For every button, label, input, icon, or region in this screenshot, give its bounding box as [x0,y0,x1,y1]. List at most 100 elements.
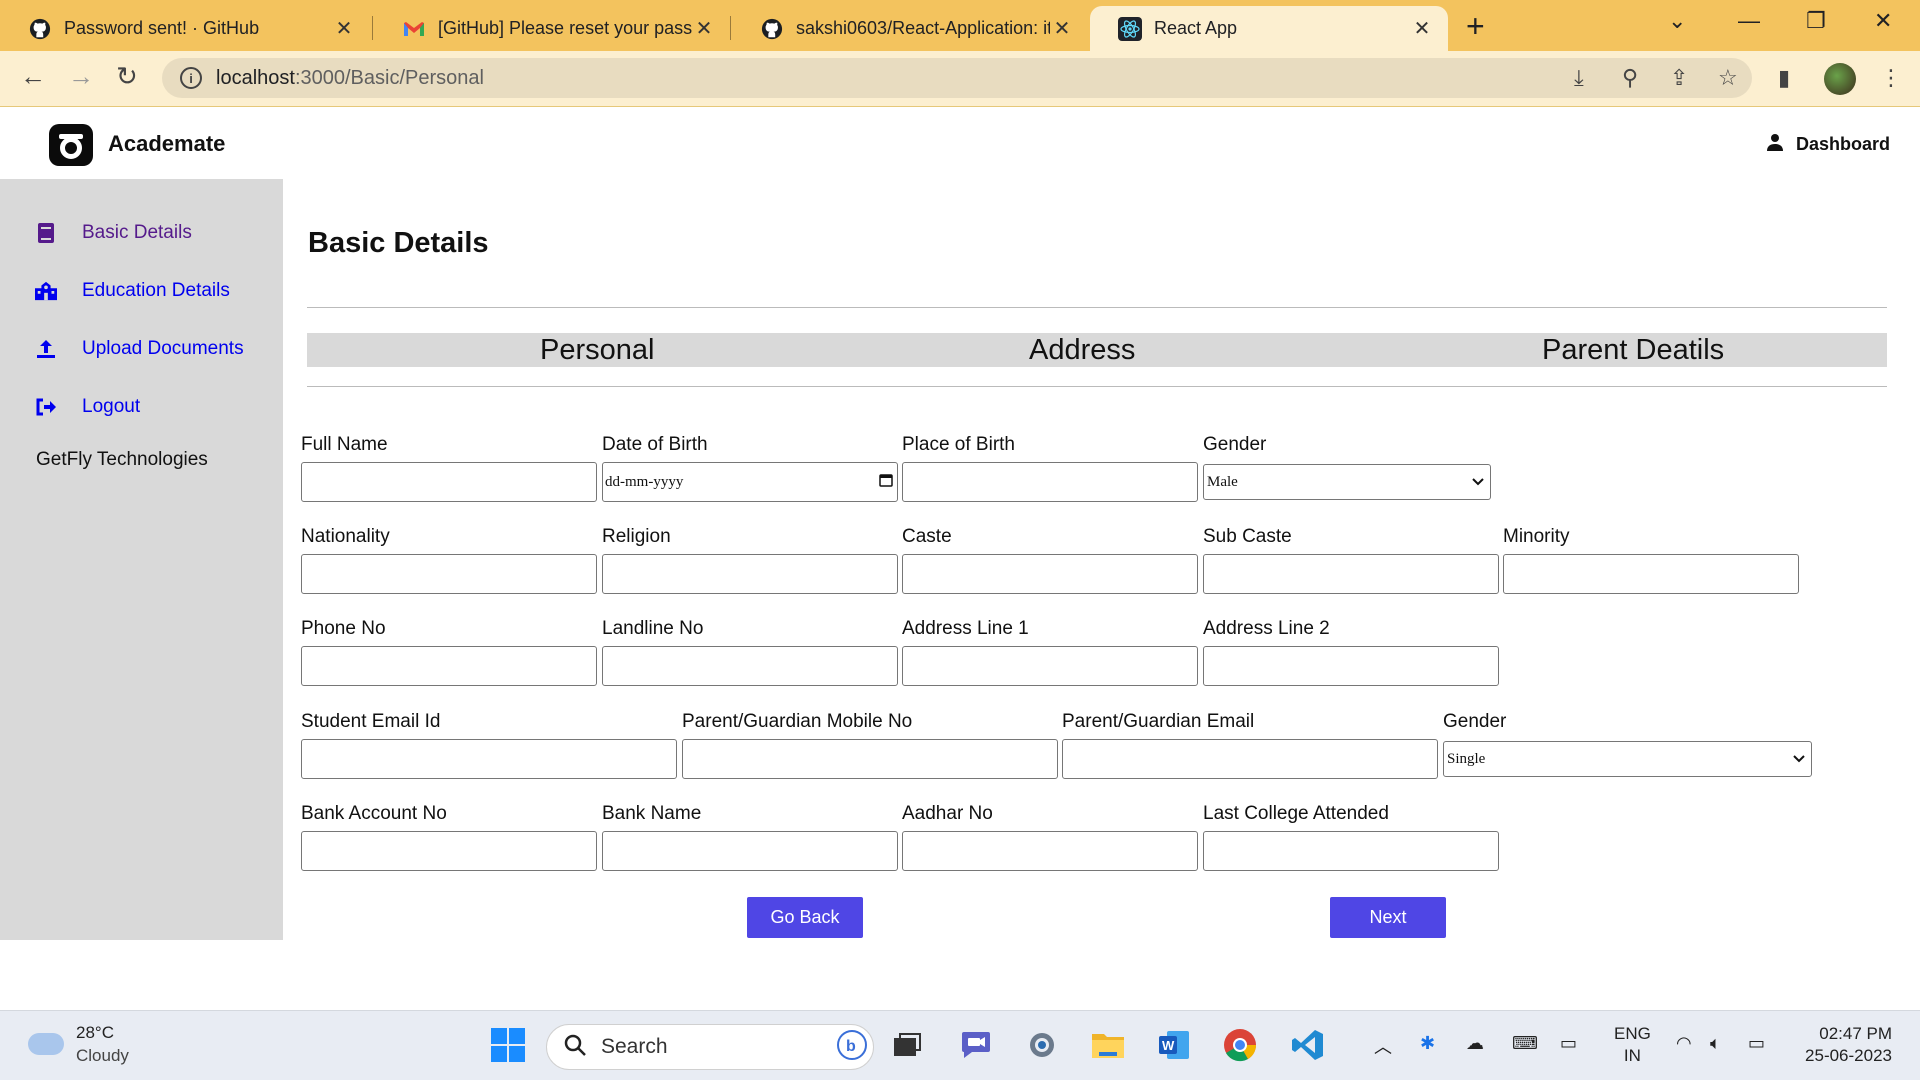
gender-select[interactable]: Male [1203,464,1491,500]
weather-widget[interactable]: 28°C Cloudy [28,1021,129,1067]
info-icon[interactable]: i [180,67,202,89]
forward-icon[interactable]: → [68,61,94,92]
minority-input[interactable] [1503,554,1799,594]
address-line-2-input[interactable] [1203,646,1499,686]
zoom-icon[interactable]: ⚲ [1622,65,1638,91]
download-icon[interactable]: ⤓ [1574,65,1584,91]
vscode-icon[interactable] [1288,1025,1328,1065]
divider [307,386,1887,387]
taskbar: 28°C Cloudy Search b W ︿ ✱ ☁ ⌨ ▭ ENG IN … [0,1010,1920,1080]
search-icon [563,1033,587,1062]
parent-mobile-label: Parent/Guardian Mobile No [682,711,913,732]
last-college-input[interactable] [1203,831,1499,871]
search-label: Search [601,1035,668,1058]
system-clock[interactable]: 02:47 PM 25-06-2023 [1805,1023,1892,1067]
minimize-icon[interactable]: — [1738,8,1760,34]
display-icon[interactable]: ▭ [1560,1033,1577,1054]
clock-time: 02:47 PM [1819,1024,1892,1043]
sidebar-item-basic-details[interactable]: Basic Details [35,222,192,244]
marital-status-select[interactable]: Single [1443,741,1812,777]
browser-tab[interactable]: sakshi0603/React-Application: it ✕ [732,6,1088,51]
caste-input[interactable] [902,554,1198,594]
sidebar-item-upload-documents[interactable]: Upload Documents [35,338,244,360]
tab-search-icon[interactable]: ⌄ [1668,8,1686,34]
browser-tab-active[interactable]: React App ✕ [1090,6,1448,51]
aadhar-input[interactable] [902,831,1198,871]
taskbar-search[interactable]: Search b [546,1024,874,1070]
bank-account-input[interactable] [301,831,597,871]
phone-label: Phone No [301,618,386,639]
gender-selected-value: Male [1207,473,1238,490]
academate-logo[interactable] [49,124,93,166]
sidebar-item-label: Basic Details [82,222,192,243]
bank-name-input[interactable] [602,831,898,871]
start-icon[interactable] [488,1025,528,1065]
chevron-down-icon [1793,751,1805,768]
reload-icon[interactable]: ↻ [116,61,138,92]
subtab-bar: Personal Address Parent Deatils [307,333,1887,367]
menu-icon[interactable]: ⋮ [1880,65,1902,91]
close-icon[interactable]: ✕ [692,16,716,41]
keyboard-icon[interactable]: ⌨ [1512,1033,1538,1054]
new-tab-icon[interactable]: + [1466,8,1485,45]
wifi-icon[interactable]: ◠ [1676,1033,1692,1054]
dashboard-link[interactable]: Dashboard [1766,133,1890,156]
browser-tab[interactable]: Password sent! · GitHub ✕ [0,6,370,51]
main-content: Basic Details Personal Address Parent De… [283,179,1920,940]
bookmark-star-icon[interactable]: ☆ [1718,65,1738,91]
restore-icon[interactable]: ❐ [1806,8,1826,34]
dob-input[interactable]: dd-mm-yyyy [602,462,898,502]
place-of-birth-input[interactable] [902,462,1198,502]
full-name-input[interactable] [301,462,597,502]
share-icon[interactable]: ⇪ [1670,65,1688,91]
settings-gear-icon[interactable] [1022,1025,1062,1065]
religion-label: Religion [602,526,671,547]
nationality-input[interactable] [301,554,597,594]
volume-icon[interactable]: 🔈︎ [1710,1033,1721,1054]
tab-address[interactable]: Address [1029,333,1135,367]
religion-input[interactable] [602,554,898,594]
bing-icon[interactable]: b [837,1029,867,1065]
chevron-up-icon[interactable]: ︿ [1374,1033,1392,1059]
address-bar[interactable]: i localhost:3000/Basic/Personal [162,58,1752,98]
last-college-label: Last College Attended [1203,803,1389,824]
browser-tab[interactable]: [GitHub] Please reset your passw ✕ [374,6,730,51]
battery-icon[interactable]: ▭ [1748,1033,1765,1054]
landline-input[interactable] [602,646,898,686]
browser-tab-bar: Password sent! · GitHub ✕ [GitHub] Pleas… [0,0,1920,51]
next-button[interactable]: Next [1330,897,1446,938]
profile-avatar[interactable] [1824,63,1856,95]
back-icon[interactable]: ← [20,61,46,92]
bluetooth-icon[interactable]: ✱ [1420,1033,1435,1054]
close-icon[interactable]: ✕ [332,16,356,41]
word-icon[interactable]: W [1154,1025,1194,1065]
address-line-2-label: Address Line 2 [1203,618,1330,639]
teams-chat-icon[interactable] [956,1025,996,1065]
landline-label: Landline No [602,618,704,639]
tab-title: React App [1154,18,1238,38]
tab-separator [730,16,731,40]
sidebar-item-education-details[interactable]: Education Details [35,280,230,302]
sidebar-item-logout[interactable]: Logout [35,396,140,418]
place-of-birth-label: Place of Birth [902,434,1015,455]
student-email-input[interactable] [301,739,677,779]
chrome-icon[interactable] [1220,1025,1260,1065]
address-line-1-input[interactable] [902,646,1198,686]
onedrive-cloud-icon[interactable]: ☁ [1466,1033,1484,1054]
nationality-label: Nationality [301,526,390,547]
phone-input[interactable] [301,646,597,686]
close-icon[interactable]: ✕ [1410,16,1434,41]
calendar-icon[interactable] [879,473,893,492]
tab-personal[interactable]: Personal [540,333,654,367]
language-indicator[interactable]: ENG IN [1614,1023,1651,1067]
parent-mobile-input[interactable] [682,739,1058,779]
parent-email-input[interactable] [1062,739,1438,779]
go-back-button[interactable]: Go Back [747,897,863,938]
tab-parent-details[interactable]: Parent Deatils [1542,333,1724,367]
close-window-icon[interactable]: ✕ [1874,8,1892,34]
file-explorer-icon[interactable] [1088,1025,1128,1065]
task-view-icon[interactable] [887,1025,927,1065]
side-panel-icon[interactable]: ▮ [1778,65,1790,91]
sub-caste-input[interactable] [1203,554,1499,594]
close-icon[interactable]: ✕ [1050,16,1074,41]
